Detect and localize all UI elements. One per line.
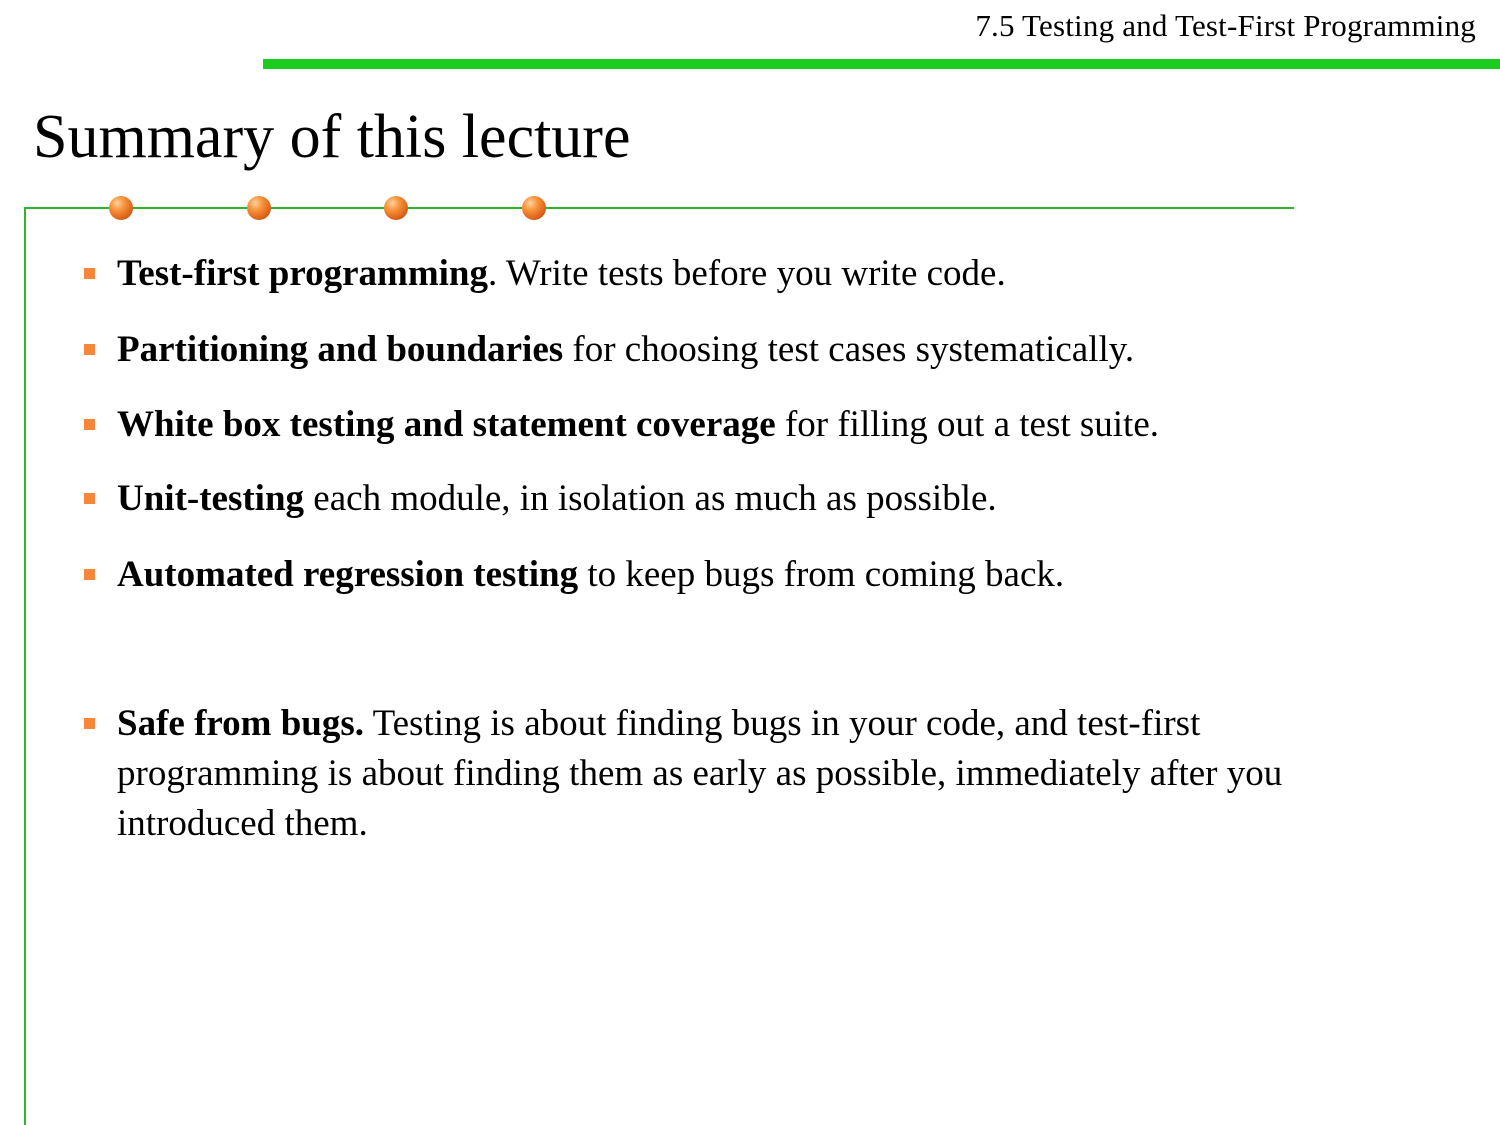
bullet-square-icon (84, 493, 95, 504)
decorative-dot (247, 196, 271, 220)
bullet-square-icon (84, 718, 95, 729)
section-title: 7.5 Testing and Test-First Programming (975, 8, 1476, 43)
bullet-square-icon (84, 419, 95, 430)
bullet-heading: Unit-testing (117, 478, 305, 519)
bullet-item: Unit-testing each module, in isolation a… (84, 474, 1397, 524)
bullet-square-icon (84, 569, 95, 580)
bullet-item: White box testing and statement coverage… (84, 400, 1397, 450)
bullet-text: . Write tests before you write code. (488, 253, 1006, 294)
bullet-text: for choosing test cases systematically. (563, 329, 1135, 370)
bullet-square-icon (84, 344, 95, 355)
decorative-dot (384, 196, 408, 220)
header-accent-bar (263, 59, 1500, 69)
bullet-item: Partitioning and boundaries for choosing… (84, 325, 1397, 375)
bullet-item: Automated regression testing to keep bug… (84, 550, 1397, 600)
bullet-heading: Partitioning and boundaries (117, 329, 564, 370)
bullet-text: each module, in isolation as much as pos… (304, 478, 997, 519)
bullet-square-icon (84, 268, 95, 279)
bullet-heading: Safe from bugs. (117, 703, 365, 744)
bullet-text: for filling out a test suite. (775, 404, 1159, 445)
bullet-heading: Test-first programming (117, 253, 488, 294)
bullet-item: Test-first programming. Write tests befo… (84, 249, 1397, 299)
bullet-item: Safe from bugs. Testing is about finding… (84, 699, 1392, 849)
frame-left-line (24, 207, 26, 1125)
decorative-dot (522, 196, 546, 220)
bullet-text: to keep bugs from coming back. (578, 554, 1065, 595)
bullet-heading: Automated regression testing (117, 554, 579, 595)
frame-top-line (24, 207, 1294, 209)
decorative-dot (109, 196, 133, 220)
bullet-heading: White box testing and statement coverage (117, 404, 776, 445)
slide-title: Summary of this lecture (33, 103, 631, 171)
